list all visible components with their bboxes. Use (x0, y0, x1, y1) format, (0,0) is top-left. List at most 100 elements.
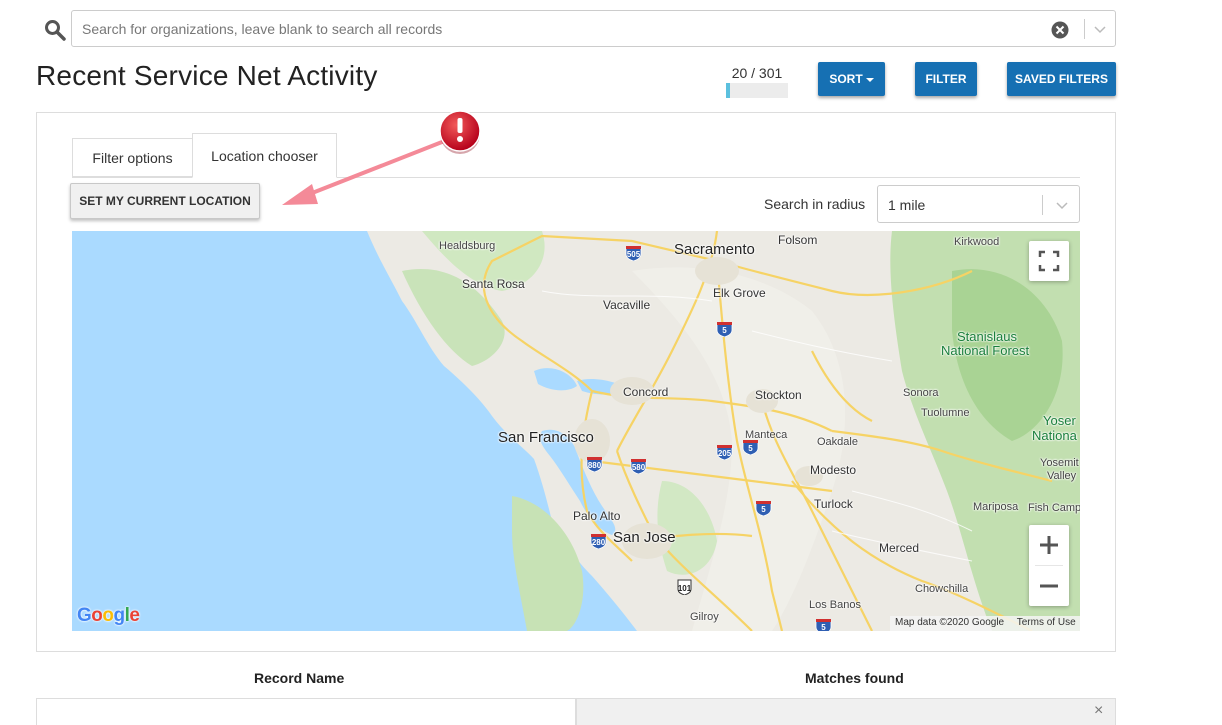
saved-filters-button[interactable]: SAVED FILTERS (1007, 62, 1116, 96)
map-label-kirkwood: Kirkwood (954, 236, 1000, 248)
map-label-merced: Merced (879, 541, 920, 555)
sort-button-label: SORT (829, 72, 863, 86)
shield-number: 5 (722, 326, 727, 335)
map-label-yosemite-valley: Yosemit (1040, 457, 1079, 469)
map[interactable]: Sacramento Folsom Kirkwood Healdsburg Sa… (72, 231, 1080, 631)
map-label-tuolumne: Tuolumne (921, 407, 970, 419)
map-label-yosemite-national: Nationa (1032, 428, 1077, 443)
interstate-shield-icon: 5 (755, 500, 772, 517)
map-label-palo-alto: Palo Alto (573, 509, 621, 523)
minus-icon (1040, 584, 1058, 588)
map-label-chowchilla: Chowchilla (915, 583, 969, 595)
interstate-shield-icon: 505 (625, 245, 642, 262)
interstate-shield-icon: 580 (630, 458, 647, 475)
interstate-shield-icon: 5 (742, 439, 759, 456)
shield-number: 5 (748, 444, 753, 453)
results-progress-bar (726, 83, 788, 98)
filter-button[interactable]: FILTER (915, 62, 977, 96)
radius-select[interactable]: 1 mile (877, 185, 1080, 223)
map-label-elk-grove: Elk Grove (713, 286, 766, 300)
alert-icon (439, 110, 481, 154)
interstate-shield-icon: 280 (590, 533, 607, 550)
map-label-sonora: Sonora (903, 387, 939, 399)
shield-number: 205 (717, 449, 732, 458)
radius-separator (1042, 195, 1043, 215)
zoom-out-button[interactable] (1029, 566, 1069, 606)
shield-number: 880 (587, 461, 602, 470)
map-label-stanislaus: Stanislaus (957, 329, 1017, 344)
map-label-gilroy: Gilroy (690, 611, 719, 623)
google-logo-letter: o (102, 605, 114, 626)
saved-filters-label: SAVED FILTERS (1015, 72, 1108, 86)
search-separator (1084, 19, 1085, 39)
map-attribution: Map data ©2020 Google Terms of Use (890, 616, 1080, 631)
map-label-oakdale: Oakdale (817, 436, 858, 448)
map-label-turlock: Turlock (814, 497, 853, 511)
map-label-los-banos: Los Banos (809, 599, 861, 611)
shield-number: 5 (821, 623, 826, 631)
zoom-controls (1029, 525, 1069, 606)
set-location-label: SET MY CURRENT LOCATION (79, 194, 251, 208)
tab-label: Filter options (92, 149, 173, 166)
sort-button[interactable]: SORT (818, 62, 885, 96)
shield-number: 5 (761, 505, 766, 514)
shield-number: 280 (591, 538, 606, 547)
map-label-vacaville: Vacaville (603, 298, 651, 312)
search-box (71, 10, 1116, 47)
close-icon[interactable]: × (1094, 703, 1103, 719)
fullscreen-button[interactable] (1029, 241, 1069, 281)
map-data-credit: Map data ©2020 Google (895, 617, 1005, 628)
map-label-stockton: Stockton (755, 388, 802, 402)
chevron-down-icon (1056, 202, 1068, 210)
results-counter: 20 / 301 (726, 64, 788, 98)
radius-value: 1 mile (888, 197, 926, 213)
shield-number: 101 (677, 584, 692, 593)
tab-filter-options[interactable]: Filter options (72, 138, 193, 177)
plus-icon (1040, 536, 1058, 554)
column-header-matches-found: Matches found (805, 670, 904, 686)
google-logo-letter: g (113, 605, 126, 626)
chevron-down-icon[interactable] (1092, 21, 1108, 37)
search-input[interactable] (72, 11, 1032, 46)
shield-number: 505 (626, 250, 641, 259)
map-label-yosemite-valley-2: Valley (1047, 470, 1077, 482)
map-label-sacramento: Sacramento (674, 241, 755, 258)
google-logo-letter: e (129, 605, 140, 626)
interstate-shield-icon: 5 (815, 618, 832, 631)
terms-of-use-link[interactable]: Terms of Use (1017, 617, 1076, 628)
table-row (36, 698, 576, 725)
map-label-national-forest: National Forest (941, 343, 1030, 358)
map-label-mariposa: Mariposa (973, 501, 1019, 513)
map-label-concord: Concord (623, 385, 669, 399)
clear-icon[interactable] (1051, 21, 1069, 39)
map-label-modesto: Modesto (810, 463, 857, 477)
annotation-arrow (282, 140, 444, 205)
shield-number: 580 (631, 463, 646, 472)
map-label-santa-rosa: Santa Rosa (462, 277, 525, 291)
map-label-san-francisco: San Francisco (498, 429, 594, 446)
google-logo-letter: o (91, 605, 103, 626)
search-icon (45, 20, 66, 41)
column-header-record-name: Record Name (254, 670, 345, 686)
map-label-yosemite: Yoser (1043, 413, 1076, 428)
filter-button-label: FILTER (925, 72, 967, 86)
results-progress-fill (726, 83, 731, 98)
page-title: Recent Service Net Activity (36, 60, 378, 91)
table-row-matches: × (576, 698, 1116, 725)
map-label-san-jose: San Jose (613, 529, 676, 546)
map-label-healdsburg: Healdsburg (439, 240, 496, 252)
map-label-folsom: Folsom (778, 233, 818, 247)
caret-down-icon (865, 77, 874, 82)
radius-label: Search in radius (764, 196, 866, 212)
map-label-fish-camp: Fish Camp (1028, 502, 1080, 514)
interstate-shield-icon: 205 (716, 444, 733, 461)
set-current-location-button[interactable]: SET MY CURRENT LOCATION (70, 183, 260, 219)
interstate-shield-icon: 5 (716, 321, 733, 338)
google-logo: Google (77, 605, 140, 627)
interstate-shield-icon: 880 (586, 456, 603, 473)
filter-panel: Filter options Location chooser SET MY C… (36, 112, 1116, 652)
google-logo-letter: G (77, 605, 92, 626)
fullscreen-icon (1038, 250, 1060, 272)
zoom-in-button[interactable] (1029, 525, 1069, 565)
us-route-shield-icon: 101 (676, 579, 693, 596)
